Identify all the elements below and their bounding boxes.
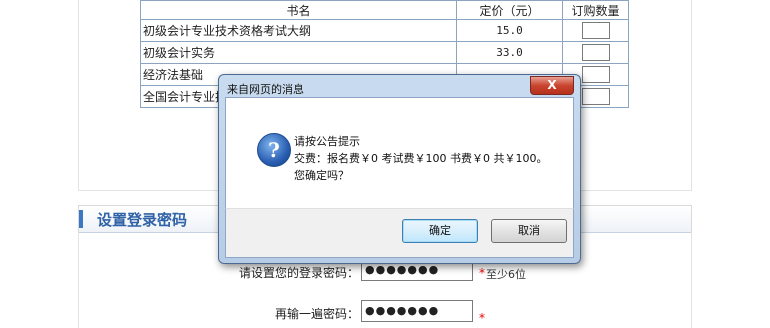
quantity-input[interactable] (581, 88, 610, 105)
ok-button[interactable]: 确定 (402, 219, 478, 243)
confirm-password-input[interactable]: ●●●●●●● (361, 300, 473, 322)
dialog-title: 来自网页的消息 (227, 83, 304, 96)
quantity-cell (562, 41, 629, 64)
price-cell: 15.0 (456, 19, 563, 42)
table-header-row: 书名 定价（元） 订购数量 (140, 0, 629, 20)
section-title: 设置登录密码 (97, 211, 188, 229)
price-cell: 33.0 (456, 41, 563, 64)
required-mark: * (479, 311, 485, 325)
dialog-message-line2: 交费：报名费￥0 考试费￥100 书费￥0 共￥100。 (294, 152, 548, 165)
close-button[interactable]: X (530, 76, 574, 95)
header-price: 定价（元） (456, 0, 563, 20)
quantity-input[interactable] (581, 66, 610, 83)
dialog-message-line1: 请按公告提示 (294, 135, 360, 148)
book-name-cell: 初级会计实务 (140, 41, 457, 64)
quantity-input[interactable] (581, 44, 610, 61)
quantity-cell (562, 19, 629, 42)
quantity-input[interactable] (581, 22, 610, 39)
header-book-name: 书名 (140, 0, 457, 20)
section-accent-bar (79, 210, 83, 228)
required-mark: * (479, 266, 485, 280)
dialog-footer: 确定 取消 (225, 208, 574, 258)
confirm-password-label: 再输一遍密码： (274, 307, 359, 321)
question-icon: ? (257, 133, 291, 167)
table-row: 初级会计实务 33.0 (140, 41, 629, 64)
dialog-message-line3: 您确定吗？ (294, 169, 349, 182)
table-row: 初级会计专业技术资格考试大纲 15.0 (140, 19, 629, 42)
password-label: 请设置您的登录密码： (238, 266, 359, 280)
header-quantity: 订购数量 (562, 0, 629, 20)
password-hint: 至少6位 (486, 268, 526, 281)
book-name-cell: 初级会计专业技术资格考试大纲 (140, 19, 457, 42)
dialog-body: ? 请按公告提示 交费：报名费￥0 考试费￥100 书费￥0 共￥100。 您确… (225, 97, 574, 209)
cancel-button[interactable]: 取消 (491, 219, 567, 243)
message-dialog: 来自网页的消息 X ? 请按公告提示 交费：报名费￥0 考试费￥100 书费￥0… (218, 74, 581, 264)
